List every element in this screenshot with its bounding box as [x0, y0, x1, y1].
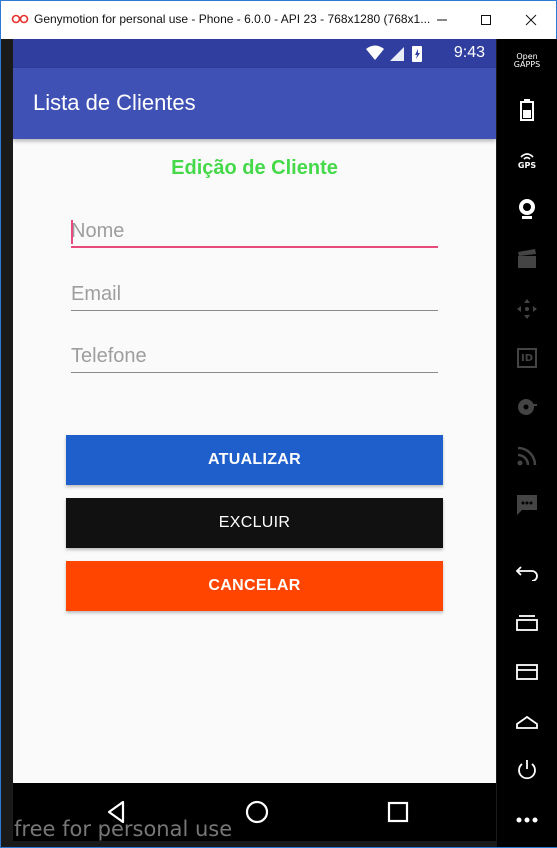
- undo-arrow-icon: [515, 566, 538, 581]
- device-id-widget-button[interactable]: ID: [514, 345, 540, 371]
- sms-widget-button[interactable]: [514, 492, 540, 518]
- genymotion-side-panel: Open GAPPS GPS ID: [497, 39, 557, 847]
- app-bar: Lista de Clientes: [13, 68, 496, 139]
- email-field[interactable]: [71, 279, 438, 311]
- id-label: ID: [517, 348, 537, 368]
- move-arrows-icon: [517, 299, 537, 319]
- watermark-text: free for personal use: [14, 817, 233, 841]
- wifi-icon: [366, 45, 384, 60]
- close-window-button[interactable]: [508, 1, 554, 39]
- telefone-field[interactable]: [71, 341, 438, 373]
- gapps-label-line2: GAPPS: [513, 60, 541, 69]
- telefone-input[interactable]: [71, 341, 438, 372]
- recent-apps-icon[interactable]: [383, 797, 413, 827]
- nome-input[interactable]: [71, 216, 438, 246]
- phone-screen: 9:43 Lista de Clientes Edição de Cliente…: [13, 39, 496, 783]
- message-icon: [517, 495, 537, 515]
- dpad-widget-button[interactable]: [514, 296, 540, 322]
- menu-icon: [516, 664, 538, 680]
- rss-icon: [517, 446, 537, 466]
- disk-icon: [518, 399, 537, 415]
- minimize-icon: [437, 19, 447, 21]
- side-power-button[interactable]: [514, 757, 540, 783]
- atualizar-button[interactable]: ATUALIZAR: [66, 435, 443, 485]
- camera-widget-button[interactable]: [514, 196, 540, 222]
- maximize-icon: [481, 15, 491, 25]
- webcam-icon: [519, 199, 535, 219]
- home-icon[interactable]: [242, 797, 272, 827]
- recent-windows-icon: [516, 615, 538, 631]
- status-time: 9:43: [453, 44, 485, 61]
- side-back-button[interactable]: [514, 560, 540, 586]
- gps-widget-button[interactable]: GPS: [514, 147, 540, 173]
- more-dots-icon: [516, 817, 538, 823]
- gps-label: GPS: [517, 160, 537, 170]
- battery-widget-button[interactable]: [514, 97, 540, 123]
- close-icon: [525, 14, 537, 26]
- genymotion-window: Genymotion for personal use - Phone - 6.…: [0, 0, 557, 848]
- genymotion-logo-icon: [11, 14, 29, 24]
- home-outline-icon: [516, 715, 538, 729]
- window-title: Genymotion for personal use - Phone - 6.…: [34, 12, 431, 26]
- side-recent-button[interactable]: [514, 610, 540, 636]
- side-menu-button[interactable]: [514, 659, 540, 685]
- excluir-button[interactable]: EXCLUIR: [66, 498, 443, 548]
- status-icons: [366, 45, 422, 62]
- media-widget-button[interactable]: [514, 246, 540, 272]
- gps-signal-icon: [520, 152, 534, 160]
- cancelar-button[interactable]: CANCELAR: [66, 561, 443, 611]
- open-gapps-button[interactable]: Open GAPPS: [507, 53, 547, 69]
- signal-icon: [390, 47, 404, 61]
- text-cursor: [71, 220, 73, 244]
- android-status-bar: 9:43: [13, 39, 496, 68]
- nome-field[interactable]: [71, 216, 438, 248]
- side-home-button[interactable]: [514, 709, 540, 735]
- side-more-button[interactable]: [514, 807, 540, 833]
- window-titlebar: Genymotion for personal use - Phone - 6.…: [1, 1, 556, 39]
- power-icon: [518, 760, 536, 780]
- email-input[interactable]: [71, 279, 438, 310]
- cast-widget-button[interactable]: [514, 443, 540, 469]
- maximize-button[interactable]: [463, 1, 509, 39]
- form-heading: Edição de Cliente: [171, 157, 338, 179]
- minimize-button[interactable]: [419, 1, 465, 39]
- app-title: Lista de Clientes: [33, 90, 196, 115]
- battery-widget-icon: [520, 99, 534, 121]
- clapperboard-icon: [518, 249, 536, 268]
- disk-widget-button[interactable]: [514, 394, 540, 420]
